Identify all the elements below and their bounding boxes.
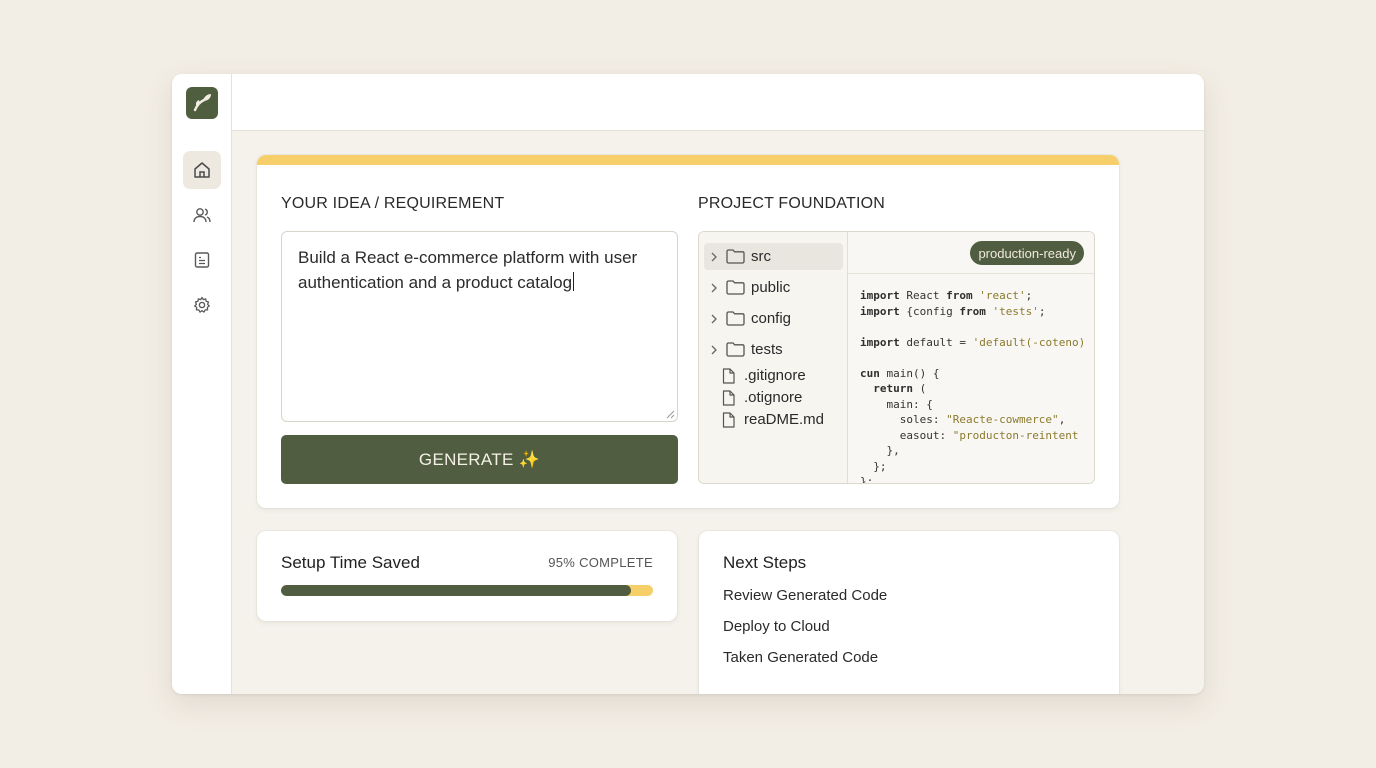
nav-home[interactable] — [183, 151, 221, 189]
app-logo[interactable] — [186, 87, 218, 119]
tree-item-label: public — [751, 279, 791, 296]
code-line: main: { — [886, 397, 933, 411]
file-icon — [722, 411, 738, 428]
tree-item-public[interactable]: public — [704, 274, 843, 301]
users-icon — [193, 208, 211, 223]
idea-label: YOUR IDEA / REQUIREMENT — [281, 195, 505, 212]
progress-status: 95% COMPLETE — [548, 555, 653, 570]
sidebar — [172, 74, 232, 694]
code-line: soles: "Reacte-cowmerce", — [860, 413, 1066, 426]
code-line: }; — [873, 459, 887, 473]
tree-item-label: tests — [751, 341, 783, 358]
foundation-label: PROJECT FOUNDATION — [698, 195, 886, 212]
progress-title: Setup Time Saved — [281, 553, 420, 572]
code-line: import default = 'default(-coteno) — [860, 335, 1086, 349]
generate-button[interactable]: GENERATE ✨ — [281, 435, 678, 484]
code-line: }, — [886, 444, 900, 457]
nav-settings[interactable] — [183, 286, 221, 324]
file-icon — [722, 367, 738, 384]
folder-icon — [726, 280, 746, 295]
code-line: }; — [860, 475, 874, 484]
folder-icon — [726, 311, 746, 326]
home-icon — [194, 162, 210, 178]
tree-item-label: .otignore — [744, 389, 803, 406]
file-icon — [722, 389, 738, 406]
generator-card: YOUR IDEA / REQUIREMENT Build a React e-… — [257, 155, 1119, 508]
file-tree: src public config tests .gitignore .otig… — [699, 232, 848, 483]
top-bar — [232, 74, 1204, 131]
accent-bar — [257, 155, 1119, 165]
code-line: return ( — [873, 382, 927, 395]
tree-item-label: reaDME.md — [744, 411, 825, 428]
text-caret — [573, 272, 575, 291]
next-step-item[interactable]: Deploy to Cloud — [723, 618, 830, 635]
code-line: cun main() { — [860, 366, 940, 380]
code-line: easout: "producton-reintent — [860, 428, 1079, 442]
chevron-right-icon — [710, 252, 722, 262]
tree-item-label: .gitignore — [744, 367, 806, 384]
folder-icon — [726, 249, 746, 264]
app-window: YOUR IDEA / REQUIREMENT Build a React e-… — [172, 74, 1204, 694]
code-line: import React from 'react'; — [860, 289, 1033, 302]
tree-item-tests[interactable]: tests — [704, 336, 843, 363]
tree-item-config[interactable]: config — [704, 305, 843, 332]
resize-handle-icon[interactable] — [666, 410, 675, 419]
code-header: production-ready — [848, 232, 1094, 274]
chevron-right-icon — [710, 345, 722, 355]
next-step-item[interactable]: Taken Generated Code — [723, 649, 878, 666]
document-icon — [194, 252, 210, 268]
nav-users[interactable] — [183, 196, 221, 234]
next-steps-card: Next Steps Review Generated Code Deploy … — [699, 531, 1119, 694]
chevron-right-icon — [710, 283, 722, 293]
tree-item-label: config — [751, 310, 792, 327]
leaf-logo-icon — [193, 94, 211, 112]
gear-icon — [194, 296, 210, 313]
tree-item-readme[interactable]: reaDME.md — [704, 407, 843, 432]
tree-item-label: src — [751, 248, 771, 265]
code-preview: production-ready import React from 'reac… — [848, 232, 1094, 483]
nav-documents[interactable] — [183, 241, 221, 279]
next-steps-title: Next Steps — [723, 553, 807, 572]
code-line: import {config from 'tests'; — [860, 304, 1046, 318]
setup-time-card: Setup Time Saved 95% COMPLETE — [257, 531, 677, 621]
idea-text: Build a React e-commerce platform with u… — [298, 248, 638, 292]
code-block: import React from 'react'; import {confi… — [860, 288, 1094, 484]
tree-item-src[interactable]: src — [704, 243, 843, 270]
chevron-right-icon — [710, 314, 722, 324]
project-foundation-panel: src public config tests .gitignore .otig… — [698, 231, 1095, 484]
status-badge: production-ready — [970, 241, 1084, 265]
idea-textarea[interactable]: Build a React e-commerce platform with u… — [281, 231, 678, 422]
folder-icon — [726, 342, 746, 357]
progress-bar — [281, 585, 653, 596]
progress-fill — [281, 585, 631, 596]
next-step-item[interactable]: Review Generated Code — [723, 587, 887, 604]
